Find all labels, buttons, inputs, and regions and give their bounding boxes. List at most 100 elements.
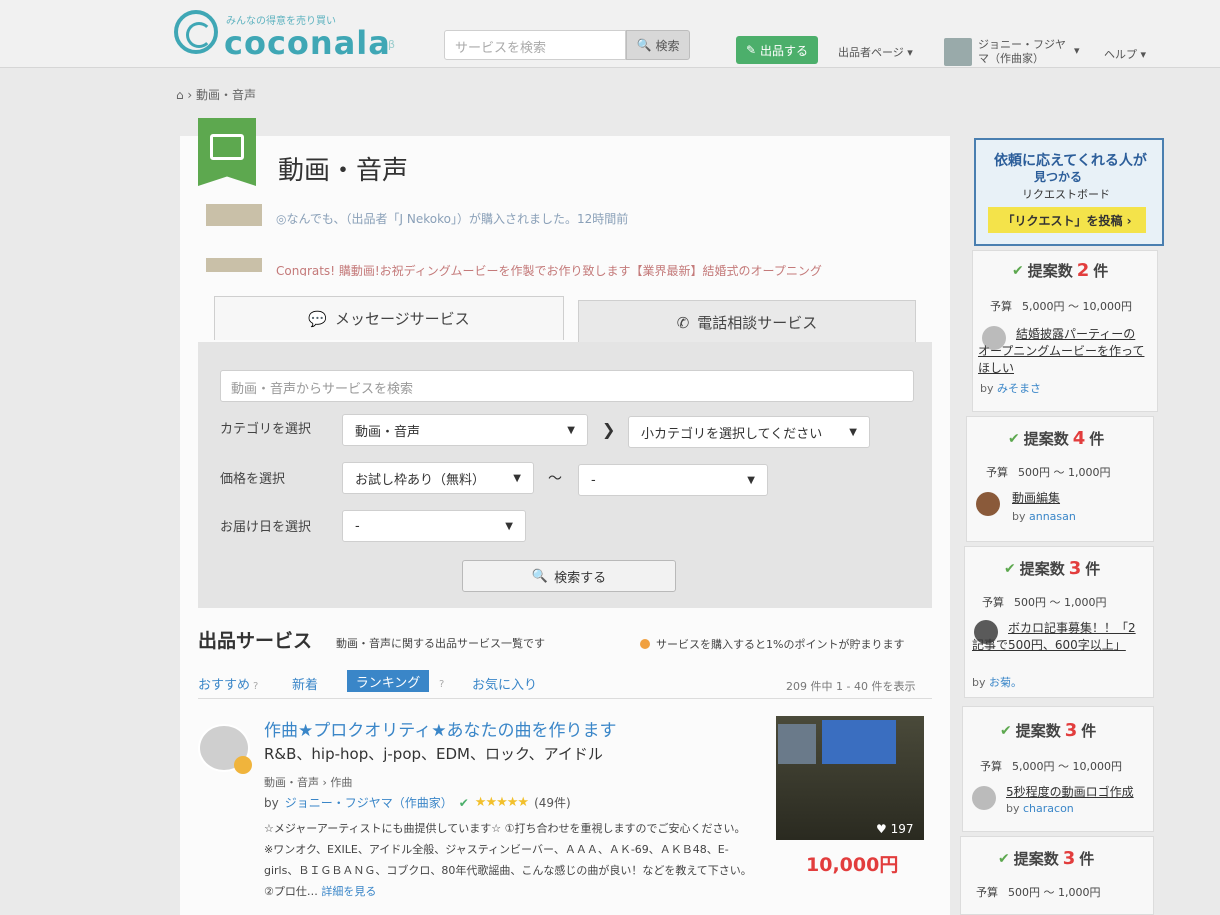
price-min-value: お試し枠あり（無料）: [355, 472, 486, 488]
purchase-ticker-line[interactable]: ◎なんでも、（出品者「J Nekoko」）が購入されました。12時間前: [276, 210, 926, 227]
service-description: ☆メジャーアーティストにも曲提供しています☆ ①打ち合わせを重視しますのでご安心…: [264, 818, 758, 902]
top-header: みんなの得意を売り買い coconala β サービスを検索 🔍 検索 ✎ 出品…: [0, 0, 1220, 68]
proposal-count-label: 提案数: [1015, 722, 1061, 740]
requester-byline: by annasan: [1012, 510, 1076, 523]
proposal-count: ✔ 提案数 3 件: [998, 848, 1094, 869]
price-select-label: 価格を選択: [220, 472, 286, 487]
budget-value: 500円 ～ 1,000円: [1018, 466, 1111, 479]
requester-name[interactable]: お菊。: [989, 676, 1022, 689]
post-request-button[interactable]: 「リクエスト」を投稿 ›: [988, 207, 1146, 233]
proposal-count: ✔ 提案数 4 件: [1008, 428, 1104, 449]
sort-recommended[interactable]: おすすめ?: [198, 674, 258, 693]
request-budget: 予算 500円 ～ 1,000円: [976, 884, 1100, 900]
budget-value: 500円 ～ 1,000円: [1014, 596, 1107, 609]
service-tags: R&B、hip-hop、j-pop、EDM、ロック、アイドル: [264, 745, 603, 763]
thumbnail-monitor: [822, 720, 896, 764]
subcategory-select-value: 小カテゴリを選択してください: [641, 426, 823, 442]
byline-prefix: by: [1006, 802, 1020, 815]
nav-user-name[interactable]: ジョニー・フジヤマ（作曲家）: [978, 38, 1066, 66]
dropdown-arrow-icon: ▼: [505, 520, 513, 532]
request-budget: 予算 5,000円 ～ 10,000円: [980, 758, 1122, 774]
dropdown-arrow-icon: ▼: [849, 426, 857, 438]
breadcrumb[interactable]: ⌂ › 動画・音声: [176, 86, 256, 103]
proposal-count-unit: 件: [1085, 560, 1101, 578]
budget-label: 予算: [976, 886, 998, 899]
nav-seller-page[interactable]: 出品者ページ ▾: [838, 44, 913, 60]
sell-button[interactable]: ✎ 出品する: [736, 36, 818, 64]
category-select[interactable]: 動画・音声 ▼: [342, 414, 588, 446]
proposal-count-value: 4: [1072, 428, 1086, 449]
header-search-input[interactable]: サービスを検索: [444, 30, 626, 60]
category-select-value: 動画・音声: [355, 424, 421, 440]
requester-name[interactable]: みそまさ: [997, 382, 1041, 395]
proposal-count-unit: 件: [1093, 262, 1109, 280]
ticker-thumbnail: [206, 258, 262, 272]
budget-label: 予算: [982, 596, 1004, 609]
rating-count: (49件): [534, 796, 571, 810]
proposal-count-label: 提案数: [1027, 262, 1073, 280]
help-icon[interactable]: ?: [253, 681, 258, 692]
beta-badge: β: [388, 38, 396, 51]
search-submit-label: 検索する: [554, 570, 607, 586]
requester-byline: by お菊。: [972, 674, 1022, 690]
proposal-count: ✔ 提案数 3 件: [1004, 558, 1100, 579]
request-title-link[interactable]: 結婚披露パーティーのオープニングムービーを作ってほしい: [978, 326, 1146, 377]
keyword-search-input[interactable]: 動画・音声からサービスを検索: [220, 370, 914, 402]
pencil-icon: ✎: [745, 43, 757, 57]
budget-value: 5,000円 ～ 10,000円: [1022, 300, 1132, 313]
sort-ranking[interactable]: ランキング: [347, 670, 429, 692]
sort-help-icon[interactable]: ?: [436, 676, 444, 691]
subcategory-select[interactable]: 小カテゴリを選択してください ▼: [628, 416, 870, 448]
byline-prefix: by: [1012, 510, 1026, 523]
proposal-count: ✔ 提案数 2 件: [1012, 260, 1108, 281]
logo-text[interactable]: coconala: [224, 24, 391, 62]
proposal-count-value: 2: [1076, 260, 1090, 281]
request-title-link[interactable]: 動画編集: [1012, 490, 1060, 507]
request-title-link[interactable]: ボカロ記事募集！！「2記事で500円、600字以上」: [972, 620, 1142, 654]
budget-value: 5,000円 ～ 10,000円: [1012, 760, 1122, 773]
sell-button-label: 出品する: [760, 43, 809, 58]
result-count: 209 件中 1 - 40 件を表示: [786, 680, 916, 693]
purchase-ticker-line[interactable]: Congrats! 購動画!お祝ディングムービーを作製でお作り致します【業界最新…: [276, 262, 910, 276]
budget-label: 予算: [986, 466, 1008, 479]
price-max-select[interactable]: - ▼: [578, 464, 768, 496]
sort-favorites[interactable]: お気に入り: [472, 674, 537, 693]
tab-message-service[interactable]: 💬 メッセージサービス: [214, 296, 564, 340]
read-more-link[interactable]: 詳細を見る: [321, 885, 376, 898]
seller-name-link[interactable]: ジョニー・フジヤマ（作曲家）: [285, 794, 453, 811]
chevron-right-icon: ❯: [602, 420, 616, 439]
user-avatar[interactable]: [944, 38, 972, 66]
sort-recommended-label: おすすめ: [198, 678, 251, 693]
request-banner-line2: 見つかる: [1034, 170, 1083, 184]
service-category-crumb[interactable]: 動画・音声 › 作曲: [264, 774, 352, 790]
header-search-button[interactable]: 🔍 検索: [626, 30, 690, 60]
proposal-count-label: 提案数: [1019, 560, 1065, 578]
requester-name[interactable]: annasan: [1029, 510, 1076, 523]
requester-name[interactable]: characon: [1023, 802, 1074, 815]
nav-user-menu-arrow[interactable]: ▾: [1074, 44, 1080, 57]
coconala-logo-icon[interactable]: [174, 10, 218, 54]
proposal-count-label: 提案数: [1023, 430, 1069, 448]
nav-help[interactable]: ヘルプ ▾: [1104, 46, 1146, 62]
video-icon: [210, 134, 244, 160]
budget-label: 予算: [990, 300, 1012, 313]
tab-phone-service[interactable]: ✆ 電話相談サービス: [578, 300, 916, 344]
proposal-count-unit: 件: [1079, 850, 1095, 868]
service-byline: by ジョニー・フジヤマ（作曲家） ✔ ★★★★★ (49件): [264, 794, 571, 811]
byline-prefix: by: [980, 382, 994, 395]
delivery-select[interactable]: - ▼: [342, 510, 526, 542]
byline-prefix: by: [972, 676, 986, 689]
requester-avatar: [972, 786, 996, 810]
price-min-select[interactable]: お試し枠あり（無料） ▼: [342, 462, 534, 494]
ticker-thumbnail: [206, 204, 262, 226]
request-title-link[interactable]: 5秒程度の動画ロゴ作成: [1006, 784, 1134, 801]
category-select-label: カテゴリを選択: [220, 422, 312, 437]
service-title-link[interactable]: 作曲★プロクオリティ★あなたの曲を作ります: [264, 716, 616, 741]
sort-new[interactable]: 新着: [292, 674, 318, 693]
search-icon: 🔍: [636, 38, 652, 52]
favorite-count[interactable]: ♥ 197: [876, 822, 913, 836]
header-search-button-label: 検索: [655, 38, 680, 53]
phone-icon: ✆: [676, 313, 690, 332]
search-submit-button[interactable]: 🔍 検索する: [462, 560, 676, 592]
request-budget: 予算 500円 ～ 1,000円: [986, 464, 1110, 480]
